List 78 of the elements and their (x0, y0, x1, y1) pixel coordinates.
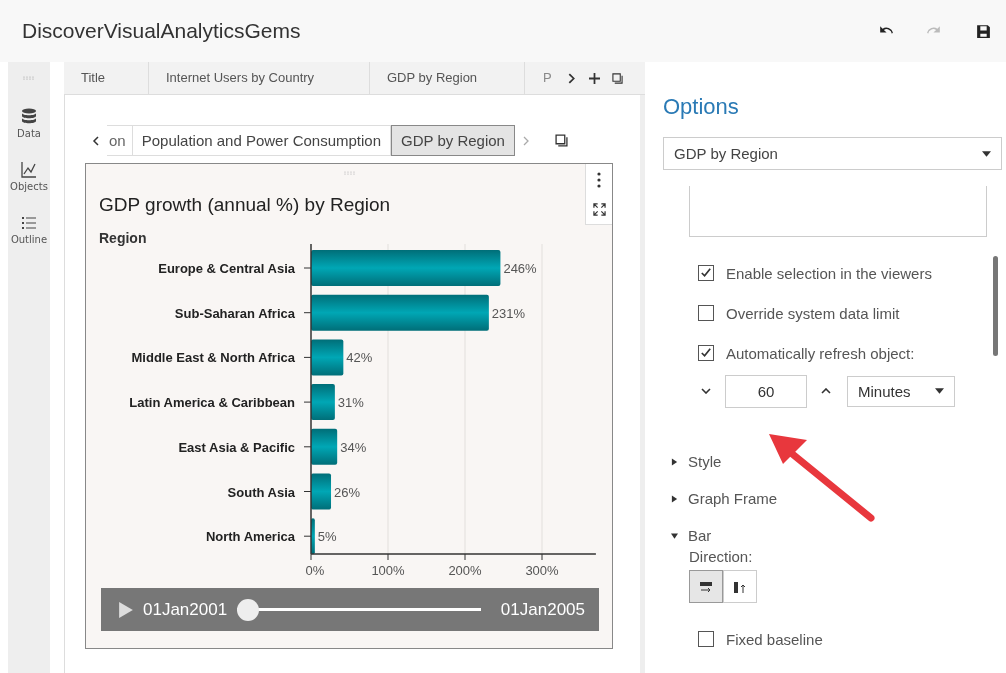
report-tab[interactable]: GDP by Region (391, 125, 515, 156)
maximize-icon[interactable] (554, 134, 568, 147)
disclosure-triangle-icon[interactable] (671, 457, 678, 466)
end-date: 01Jan2005 (500, 599, 585, 620)
time-slider[interactable] (237, 598, 481, 621)
bar[interactable] (311, 428, 338, 465)
axis-title: Region (99, 230, 148, 246)
report-tab[interactable]: on (107, 125, 133, 156)
category-label: East Asia & Pacific (178, 439, 295, 455)
tick-label: 200% (448, 563, 482, 578)
chevron-left-icon[interactable] (91, 135, 101, 146)
number-field[interactable]: 60 (725, 374, 807, 408)
sidebar-item[interactable]: Data (17, 128, 41, 139)
object-dropdown[interactable]: GDP by Region (663, 137, 1002, 170)
page-tab[interactable]: Title (64, 62, 149, 94)
category-label: Europe & Central Asia (158, 261, 295, 276)
bar[interactable] (311, 384, 335, 421)
unit-dropdown[interactable]: Minutes (847, 375, 955, 407)
database-icon[interactable] (21, 108, 37, 126)
value-label: 26% (334, 484, 361, 500)
checkbox[interactable] (698, 265, 714, 281)
value-label: 31% (337, 395, 364, 411)
value-label: 231% (491, 305, 526, 321)
slider-thumb[interactable] (237, 598, 260, 621)
page-tab[interactable]: GDP by Region (370, 62, 525, 94)
decrement-icon[interactable] (701, 388, 711, 394)
more-icon[interactable] (597, 171, 601, 188)
bar[interactable] (311, 518, 315, 555)
category-label: Latin America & Caribbean (129, 395, 295, 411)
value-label: 246% (503, 261, 537, 276)
disclosure-triangle-icon[interactable] (671, 494, 678, 503)
report-tab[interactable]: Population and Power Consumption (132, 125, 391, 156)
section-header[interactable]: Bar (688, 527, 712, 544)
scrollbar[interactable] (993, 256, 998, 356)
checkbox-label: Fixed baseline (726, 630, 823, 648)
tick-label: 100% (371, 563, 405, 578)
sidebar-item[interactable]: Objects (10, 181, 48, 192)
tick-label: 300% (525, 563, 559, 578)
horizontal-bars-button[interactable] (689, 570, 723, 603)
checkbox[interactable] (698, 631, 714, 647)
disclosure-triangle-icon[interactable] (671, 531, 678, 540)
dropdown-caret-icon (982, 150, 991, 157)
checkbox[interactable] (698, 345, 714, 361)
vertical-bars-button[interactable] (723, 570, 757, 603)
bar[interactable] (311, 473, 331, 510)
save-icon[interactable] (975, 22, 992, 40)
tick-label: 0% (305, 563, 325, 578)
chart-title: GDP growth (annual %) by Region (99, 194, 392, 216)
increment-icon[interactable] (821, 388, 831, 394)
maximize-icon[interactable] (611, 72, 623, 84)
category-label: South Asia (227, 484, 295, 500)
category-label: North America (205, 529, 295, 545)
vertical-bar-icon (733, 580, 747, 593)
add-icon[interactable] (588, 72, 600, 84)
value-label: 5% (317, 529, 337, 545)
checkbox-label: Override system data limit (726, 304, 900, 322)
dropdown-caret-icon (935, 388, 944, 394)
page-tab[interactable]: Internet Users by Country (149, 62, 370, 94)
line-chart-icon[interactable] (21, 161, 37, 179)
category-label: Middle East & North Africa (131, 350, 295, 366)
checkbox-label: Enable selection in the viewers (726, 264, 932, 282)
section-header[interactable]: Style (688, 453, 722, 470)
sidebar-item[interactable]: Outline (10, 234, 48, 245)
panel-title: Options (663, 94, 740, 120)
value-label: 42% (346, 350, 373, 366)
horizontal-bar-icon (699, 580, 713, 593)
expand-icon[interactable] (592, 203, 606, 217)
report-title: DiscoverVisualAnalyticsGems (22, 19, 301, 43)
section-header[interactable]: Graph Frame (688, 490, 778, 507)
value-label: 34% (340, 439, 367, 455)
checkbox-label: Automatically refresh object: (726, 344, 915, 362)
play-icon[interactable] (119, 601, 133, 618)
category-label: Sub-Saharan Africa (174, 305, 295, 321)
list-icon[interactable] (21, 214, 37, 232)
checkbox[interactable] (698, 305, 714, 321)
field-label: Direction: (689, 548, 754, 565)
start-date: 01Jan2001 (143, 599, 228, 620)
bar[interactable] (311, 339, 344, 376)
